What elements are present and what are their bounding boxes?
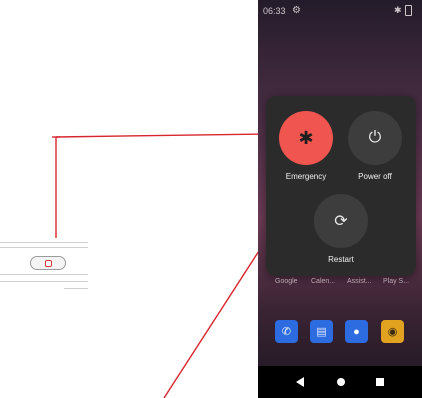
device-edge-line: [0, 242, 88, 243]
battery-icon: [405, 5, 412, 16]
navigation-bar: [258, 366, 422, 398]
restart-icon: ⟳: [314, 194, 368, 248]
home-app-labels: Google Calen... Assist... Play S...: [258, 278, 422, 288]
app-label-calendar[interactable]: Calen...: [311, 278, 335, 285]
app-label-assistant[interactable]: Assist...: [347, 278, 372, 285]
power-menu: ✱ Emergency ⏻ Power off ⟳ Restart: [266, 96, 416, 276]
recent-apps-icon[interactable]: [376, 378, 384, 386]
back-icon[interactable]: [296, 377, 304, 387]
callout-line-diagonal: [163, 239, 267, 398]
phone-screen: 06:33 ⚙ ✱ ✱ Emergency ⏻ Power off ⟳ Rest…: [258, 0, 422, 398]
device-edge-line: [0, 247, 88, 248]
power-off-button[interactable]: ⏻ Power off: [340, 111, 410, 181]
bluetooth-icon: ✱: [394, 5, 402, 15]
contacts-icon[interactable]: ●: [345, 320, 368, 343]
side-button-housing: [30, 256, 66, 270]
status-bar: 06:33 ⚙ ✱: [258, 0, 422, 20]
restart-button[interactable]: ⟳ Restart: [306, 194, 376, 264]
home-icon[interactable]: [337, 378, 345, 386]
callout-line-horizontal: [55, 133, 267, 138]
device-edge-line: [0, 281, 88, 282]
app-label-play-store[interactable]: Play S...: [383, 278, 409, 285]
power-off-label: Power off: [358, 172, 392, 181]
asterisk-icon: ✱: [279, 111, 333, 165]
app-dock: ✆ ▤ ● ◉: [258, 320, 422, 346]
emergency-label: Emergency: [285, 172, 327, 181]
phone-icon[interactable]: ✆: [275, 320, 298, 343]
device-edge-line: [0, 274, 88, 275]
device-side-illustration: [0, 238, 88, 292]
side-power-button: [45, 260, 52, 267]
emergency-button[interactable]: ✱ Emergency: [271, 111, 341, 181]
camera-icon[interactable]: ◉: [381, 320, 404, 343]
restart-label: Restart: [328, 255, 354, 264]
messages-icon[interactable]: ▤: [310, 320, 333, 343]
gear-icon: ⚙: [292, 5, 301, 16]
status-time: 06:33: [263, 6, 286, 16]
power-icon: ⏻: [348, 111, 402, 165]
app-label-google[interactable]: Google: [275, 278, 298, 285]
device-edge-line: [64, 288, 88, 289]
